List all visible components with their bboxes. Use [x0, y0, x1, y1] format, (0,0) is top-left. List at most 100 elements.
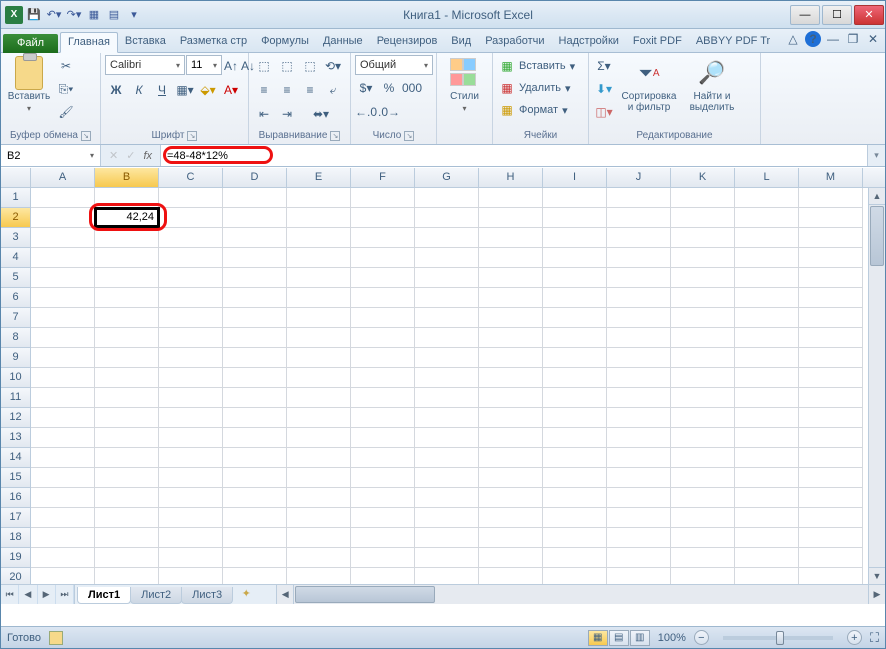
column-header-E[interactable]: E: [287, 168, 351, 187]
tab-разработчи[interactable]: Разработчи: [478, 32, 551, 52]
row-header-14[interactable]: 14: [1, 448, 31, 468]
cell-C13[interactable]: [159, 428, 223, 448]
new-sheet-button[interactable]: ✦: [236, 585, 256, 601]
cell-M4[interactable]: [799, 248, 863, 268]
cell-J19[interactable]: [607, 548, 671, 568]
cell-B19[interactable]: [95, 548, 159, 568]
horizontal-scroll-thumb[interactable]: [295, 586, 435, 603]
zoom-in-button[interactable]: +: [847, 630, 862, 645]
cell-D6[interactable]: [223, 288, 287, 308]
cell-G12[interactable]: [415, 408, 479, 428]
cell-H6[interactable]: [479, 288, 543, 308]
cell-J4[interactable]: [607, 248, 671, 268]
cell-D3[interactable]: [223, 228, 287, 248]
tab-foxit-pdf[interactable]: Foxit PDF: [626, 32, 689, 52]
comma-format-button[interactable]: 000: [401, 77, 423, 99]
cell-A10[interactable]: [31, 368, 95, 388]
cell-E20[interactable]: [287, 568, 351, 584]
font-color-button[interactable]: A▾: [220, 79, 242, 101]
cell-H11[interactable]: [479, 388, 543, 408]
name-box[interactable]: B2▾: [1, 145, 101, 166]
cell-L1[interactable]: [735, 188, 799, 208]
column-header-D[interactable]: D: [223, 168, 287, 187]
cell-L6[interactable]: [735, 288, 799, 308]
cell-M18[interactable]: [799, 528, 863, 548]
cell-G9[interactable]: [415, 348, 479, 368]
cell-J9[interactable]: [607, 348, 671, 368]
cell-F12[interactable]: [351, 408, 415, 428]
minimize-button[interactable]: —: [790, 5, 820, 25]
row-header-5[interactable]: 5: [1, 268, 31, 288]
cell-C7[interactable]: [159, 308, 223, 328]
first-sheet-button[interactable]: ⏮: [1, 585, 19, 604]
prev-sheet-button[interactable]: ◀: [19, 585, 37, 604]
cell-A9[interactable]: [31, 348, 95, 368]
cell-K15[interactable]: [671, 468, 735, 488]
cell-L7[interactable]: [735, 308, 799, 328]
cell-G10[interactable]: [415, 368, 479, 388]
align-bottom-button[interactable]: ⬚: [299, 55, 321, 77]
cut-button[interactable]: ✂: [55, 55, 77, 77]
decrease-indent-button[interactable]: ⇤: [253, 103, 275, 125]
autosum-button[interactable]: Σ▾: [593, 55, 615, 77]
cell-K6[interactable]: [671, 288, 735, 308]
align-top-button[interactable]: ⬚: [253, 55, 275, 77]
cell-B17[interactable]: [95, 508, 159, 528]
cell-C20[interactable]: [159, 568, 223, 584]
fill-button[interactable]: ⬇▾: [593, 78, 615, 100]
cell-M3[interactable]: [799, 228, 863, 248]
cell-K8[interactable]: [671, 328, 735, 348]
cell-G6[interactable]: [415, 288, 479, 308]
row-header-10[interactable]: 10: [1, 368, 31, 388]
cell-G14[interactable]: [415, 448, 479, 468]
vertical-scrollbar[interactable]: ▲ ▼: [868, 188, 885, 584]
cell-J10[interactable]: [607, 368, 671, 388]
enter-formula-icon[interactable]: ✓: [126, 149, 135, 162]
cell-J20[interactable]: [607, 568, 671, 584]
tab-надстройки[interactable]: Надстройки: [552, 32, 626, 52]
cell-C9[interactable]: [159, 348, 223, 368]
qat-dropdown-icon[interactable]: ▾: [125, 6, 143, 24]
cell-K12[interactable]: [671, 408, 735, 428]
cell-K14[interactable]: [671, 448, 735, 468]
tab-разметка-стр[interactable]: Разметка стр: [173, 32, 254, 52]
cell-A5[interactable]: [31, 268, 95, 288]
cell-M11[interactable]: [799, 388, 863, 408]
scroll-right-arrow[interactable]: ▶: [868, 585, 885, 604]
cell-D18[interactable]: [223, 528, 287, 548]
cell-D4[interactable]: [223, 248, 287, 268]
row-header-16[interactable]: 16: [1, 488, 31, 508]
cell-H1[interactable]: [479, 188, 543, 208]
row-header-9[interactable]: 9: [1, 348, 31, 368]
cell-K9[interactable]: [671, 348, 735, 368]
cell-J1[interactable]: [607, 188, 671, 208]
cell-C15[interactable]: [159, 468, 223, 488]
cell-H20[interactable]: [479, 568, 543, 584]
column-header-F[interactable]: F: [351, 168, 415, 187]
cell-H7[interactable]: [479, 308, 543, 328]
align-right-button[interactable]: ≡: [299, 79, 321, 101]
cell-K20[interactable]: [671, 568, 735, 584]
row-header-20[interactable]: 20: [1, 568, 31, 584]
orientation-button[interactable]: ⟲▾: [322, 55, 344, 77]
cell-A18[interactable]: [31, 528, 95, 548]
cell-K18[interactable]: [671, 528, 735, 548]
cell-L9[interactable]: [735, 348, 799, 368]
cell-F15[interactable]: [351, 468, 415, 488]
cell-B7[interactable]: [95, 308, 159, 328]
cell-F19[interactable]: [351, 548, 415, 568]
cell-E1[interactable]: [287, 188, 351, 208]
column-header-A[interactable]: A: [31, 168, 95, 187]
fill-color-button[interactable]: ⬙▾: [197, 79, 219, 101]
cell-M14[interactable]: [799, 448, 863, 468]
grow-font-button[interactable]: A↑: [223, 55, 239, 77]
cell-A16[interactable]: [31, 488, 95, 508]
cell-M7[interactable]: [799, 308, 863, 328]
workbook-minimize-icon[interactable]: —: [825, 31, 841, 47]
row-header-6[interactable]: 6: [1, 288, 31, 308]
cell-F9[interactable]: [351, 348, 415, 368]
tab-данные[interactable]: Данные: [316, 32, 370, 52]
align-left-button[interactable]: ≡: [253, 79, 275, 101]
align-center-button[interactable]: ≡: [276, 79, 298, 101]
cell-F11[interactable]: [351, 388, 415, 408]
